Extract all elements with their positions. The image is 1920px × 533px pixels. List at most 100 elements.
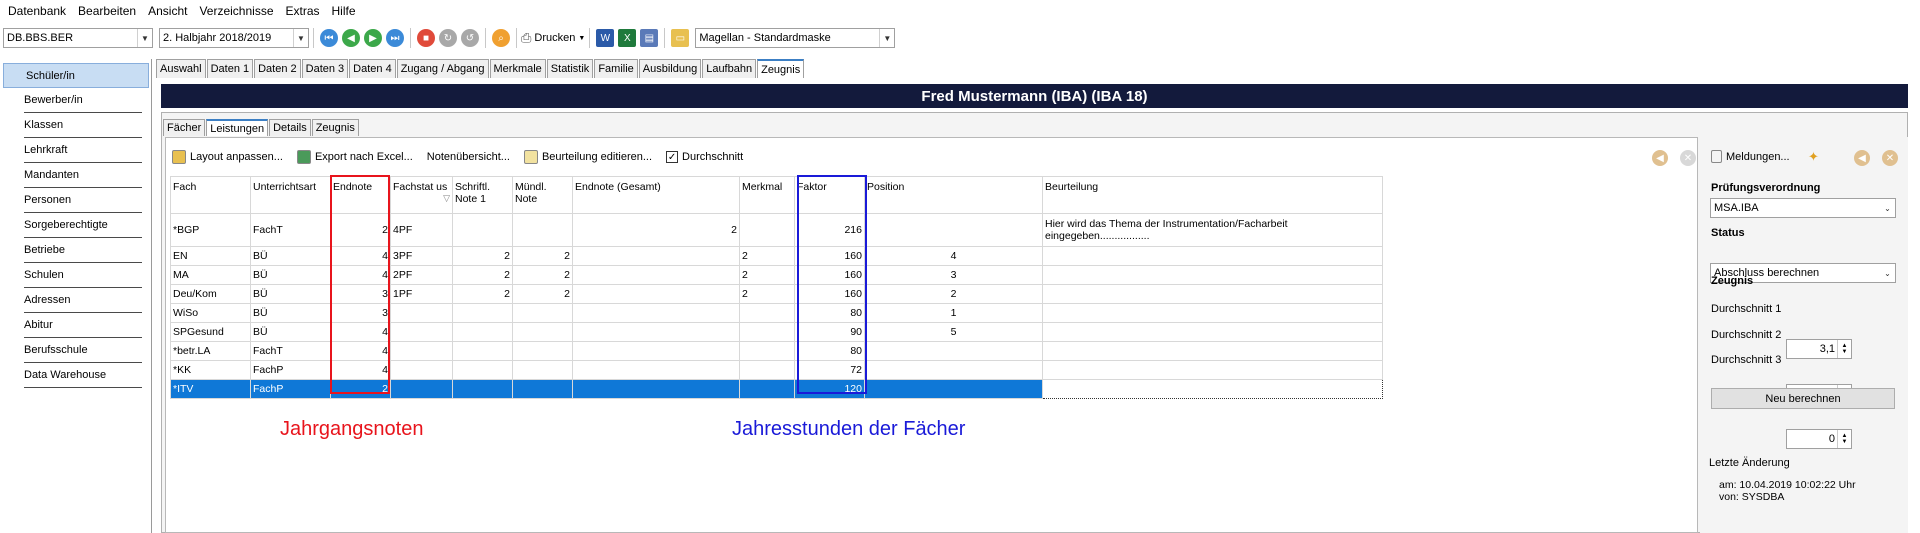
table-cell[interactable] xyxy=(1042,265,1383,285)
spinner-arrows-icon[interactable]: ▲▼ xyxy=(1837,430,1851,448)
avg1-stepper[interactable]: 3,1 ▲ ▼ xyxy=(1786,339,1852,359)
tab-zeugnis[interactable]: Zeugnis xyxy=(757,59,805,78)
table-cell[interactable] xyxy=(1042,246,1383,266)
table-cell[interactable] xyxy=(739,303,795,323)
average-checkbox[interactable]: ✓ Durchschnitt xyxy=(666,151,743,163)
table-cell[interactable] xyxy=(390,360,453,380)
col-header[interactable]: Endnote (Gesamt) xyxy=(572,176,740,214)
layout-button[interactable]: Layout anpassen... xyxy=(172,150,283,164)
last-record-icon[interactable]: ⏭ xyxy=(386,29,404,47)
col-header[interactable]: Mündl. Note xyxy=(512,176,573,214)
table-cell[interactable]: 4PF xyxy=(390,213,453,247)
table-cell[interactable] xyxy=(739,322,795,342)
back-icon[interactable]: ◀ xyxy=(1854,150,1870,166)
table-cell[interactable] xyxy=(452,322,513,342)
table-cell[interactable] xyxy=(512,303,573,323)
tab-laufbahn[interactable]: Laufbahn xyxy=(702,59,757,78)
table-cell[interactable]: 2 xyxy=(739,284,795,304)
search-icon[interactable]: ⌕ xyxy=(492,29,510,47)
table-cell[interactable] xyxy=(739,379,795,399)
table-cell[interactable]: 4 xyxy=(864,246,1043,266)
tab-daten-4[interactable]: Daten 4 xyxy=(349,59,396,78)
table-cell[interactable]: FachP xyxy=(250,379,331,399)
table-cell[interactable]: EN xyxy=(170,246,251,266)
table-cell[interactable]: 1PF xyxy=(390,284,453,304)
sidebar-item-abitur[interactable]: Abitur xyxy=(24,313,142,338)
table-cell[interactable] xyxy=(512,213,573,247)
table-cell[interactable] xyxy=(572,246,740,266)
table-cell[interactable]: *ITV xyxy=(170,379,251,399)
table-cell[interactable]: 2 xyxy=(452,265,513,285)
col-header[interactable]: Position xyxy=(864,176,1043,214)
recalculate-button[interactable]: Neu berechnen xyxy=(1711,388,1895,409)
table-cell[interactable]: 2PF xyxy=(390,265,453,285)
messages-button[interactable]: Meldungen... xyxy=(1711,150,1790,163)
table-cell[interactable] xyxy=(739,360,795,380)
table-cell[interactable] xyxy=(739,213,795,247)
table-cell[interactable]: 3PF xyxy=(390,246,453,266)
table-cell[interactable] xyxy=(572,360,740,380)
sidebar-item-personen[interactable]: Personen xyxy=(24,188,142,213)
tab-ausbildung[interactable]: Ausbildung xyxy=(638,59,702,78)
exam-regulation-select[interactable]: MSA.IBA ⌄ xyxy=(1710,198,1896,218)
undo-icon[interactable]: ↺ xyxy=(461,29,479,47)
menu-extras[interactable]: Extras xyxy=(286,4,320,18)
table-cell[interactable] xyxy=(452,379,513,399)
table-cell[interactable]: BÜ xyxy=(250,284,331,304)
sidebar-item-lehrkraft[interactable]: Lehrkraft xyxy=(24,138,142,163)
period-select[interactable]: 2. Halbjahr 2018/2019 ▼ xyxy=(159,28,309,48)
cancel-icon[interactable]: ✕ xyxy=(1882,150,1898,166)
export-excel-button[interactable]: Export nach Excel... xyxy=(296,150,413,164)
table-cell[interactable] xyxy=(572,379,740,399)
table-cell[interactable] xyxy=(864,341,1043,361)
table-cell[interactable]: *KK xyxy=(170,360,251,380)
menu-datenbank[interactable]: Datenbank xyxy=(8,4,66,18)
sidebar-item-sorgeberechtigte[interactable]: Sorgeberechtigte xyxy=(24,213,142,238)
table-cell[interactable] xyxy=(452,303,513,323)
table-cell[interactable]: 2 xyxy=(452,284,513,304)
table-cell[interactable] xyxy=(512,322,573,342)
table-cell[interactable] xyxy=(452,360,513,380)
table-cell[interactable] xyxy=(572,322,740,342)
table-cell[interactable]: FachP xyxy=(250,360,331,380)
table-cell[interactable]: MA xyxy=(170,265,251,285)
table-cell[interactable] xyxy=(1042,284,1383,304)
tab-zugang-abgang[interactable]: Zugang / Abgang xyxy=(396,59,489,78)
table-cell[interactable]: 2 xyxy=(739,265,795,285)
spinner-arrows-icon[interactable]: ▲▼ xyxy=(1837,340,1851,358)
tab-auswahl[interactable]: Auswahl xyxy=(156,59,206,78)
col-header[interactable]: Fachstat us ▽ xyxy=(390,176,453,214)
sidebar-item-adressen[interactable]: Adressen xyxy=(24,288,142,313)
table-cell[interactable] xyxy=(572,284,740,304)
sidebar-item-berufsschule[interactable]: Berufsschule xyxy=(24,338,142,363)
col-header[interactable]: Unterrichtsart xyxy=(250,176,331,214)
table-cell[interactable] xyxy=(390,341,453,361)
menu-ansicht[interactable]: Ansicht xyxy=(148,4,187,18)
subtab-leistungen[interactable]: Leistungen xyxy=(206,119,269,136)
table-cell[interactable] xyxy=(512,341,573,361)
tab-merkmale[interactable]: Merkmale xyxy=(489,59,546,78)
col-header[interactable]: Schriftl. Note 1 xyxy=(452,176,513,214)
menu-hilfe[interactable]: Hilfe xyxy=(332,4,356,18)
back-icon[interactable]: ◀ xyxy=(1652,150,1668,166)
col-header[interactable]: Fach xyxy=(170,176,251,214)
table-cell[interactable]: BÜ xyxy=(250,322,331,342)
sidebar-item-data-warehouse[interactable]: Data Warehouse xyxy=(24,363,142,388)
sidebar-item-mandanten[interactable]: Mandanten xyxy=(24,163,142,188)
table-cell[interactable]: *BGP xyxy=(170,213,251,247)
col-header[interactable]: Beurteilung xyxy=(1042,176,1383,214)
table-cell[interactable] xyxy=(512,360,573,380)
prev-record-icon[interactable]: ◀ xyxy=(342,29,360,47)
table-cell[interactable]: Hier wird das Thema der Instrumentation/… xyxy=(1042,213,1383,247)
sidebar-item-betriebe[interactable]: Betriebe xyxy=(24,238,142,263)
next-record-icon[interactable]: ▶ xyxy=(364,29,382,47)
col-header[interactable]: Merkmal xyxy=(739,176,795,214)
folder-icon[interactable]: ▭ xyxy=(671,29,690,47)
table-cell[interactable] xyxy=(390,303,453,323)
table-cell[interactable]: 2 xyxy=(739,246,795,266)
table-cell[interactable]: Deu/Kom xyxy=(170,284,251,304)
filter-icon[interactable]: ▽ xyxy=(443,193,450,204)
word-icon[interactable]: W xyxy=(596,29,615,47)
tab-daten-3[interactable]: Daten 3 xyxy=(301,59,349,78)
table-cell[interactable]: SPGesund xyxy=(170,322,251,342)
